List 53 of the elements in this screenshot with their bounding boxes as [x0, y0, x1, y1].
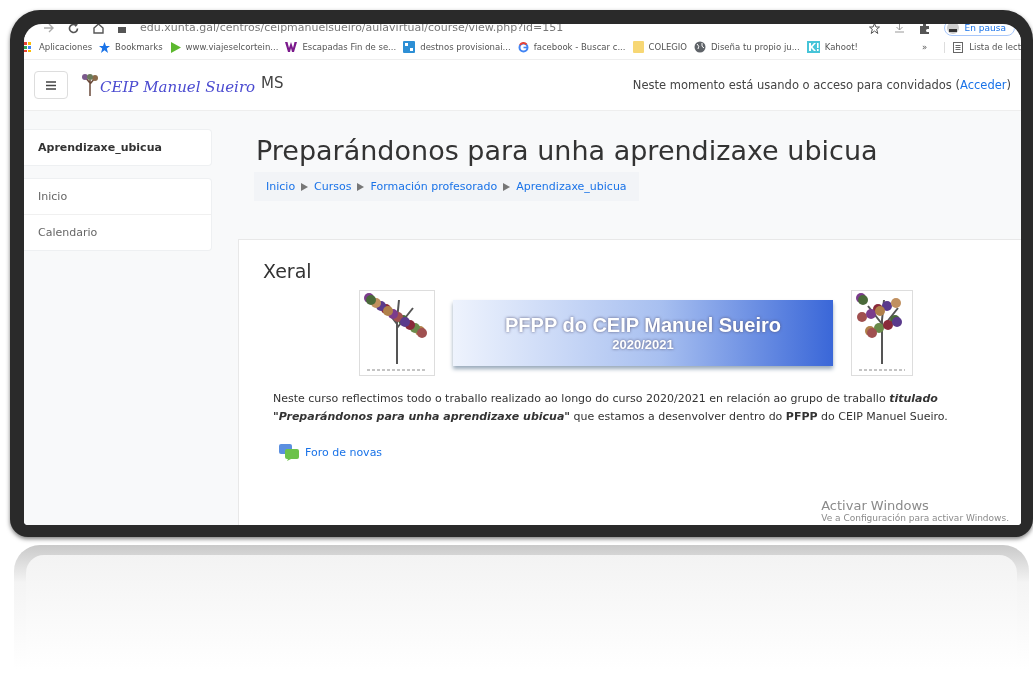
breadcrumb-arrow-icon [301, 182, 309, 191]
bookmark-link[interactable]: Escapadas Fin de se... [285, 42, 397, 52]
page-title: Preparándonos para unha aprendizaxe ubicua [256, 135, 879, 166]
bookmark-link[interactable]: Bookmarks [99, 41, 163, 53]
banner-year: 2020/2021 [612, 337, 674, 352]
tile-icon [403, 41, 416, 53]
bookmark-star-icon[interactable] [868, 24, 880, 34]
bookmark-link[interactable]: Aplicaciones [24, 42, 93, 52]
breadcrumb-arrow-icon [503, 182, 511, 191]
breadcrumb-link[interactable]: Aprendizaxe_ubicua [516, 180, 627, 193]
sidebar-item[interactable]: Inicio [24, 179, 211, 214]
bookmark-link[interactable]: facebook - Buscar c... [517, 41, 626, 53]
more-bookmarks-button[interactable]: » [922, 42, 928, 52]
bookmark-link[interactable]: Kahoot! [806, 41, 858, 53]
w-letter-icon [285, 42, 298, 52]
bookmark-link[interactable]: destnos provisionai... [403, 41, 511, 53]
course-name[interactable]: Aprendizaxe_ubicua [24, 130, 211, 165]
menu-button[interactable] [34, 71, 68, 99]
site-initials: MS [261, 74, 284, 92]
folder-icon [632, 41, 644, 53]
globe-icon [694, 41, 707, 53]
breadcrumb-arrow-icon [357, 182, 365, 191]
k-letter-icon [806, 41, 820, 53]
breadcrumb-link[interactable]: Inicio [266, 180, 296, 193]
activation-title: Activar Windows [821, 498, 930, 513]
sidebar-item[interactable]: Calendario [24, 214, 211, 250]
breadcrumb-link[interactable]: Cursos [314, 180, 352, 193]
lock-icon [118, 24, 126, 33]
g-letter-icon [517, 41, 529, 53]
banner-title: PFPP do CEIP Manuel Sueiro [505, 314, 781, 337]
play-icon [169, 41, 181, 53]
list-icon [953, 41, 964, 53]
chat-bubbles-icon [279, 444, 299, 461]
menu-icon [46, 80, 56, 90]
reading-list-button[interactable]: Lista de lect [944, 41, 1021, 53]
home-icon[interactable] [93, 24, 104, 34]
star-icon [99, 41, 111, 53]
activity-link[interactable]: Foro de novas [279, 444, 383, 461]
login-link[interactable]: Acceder [960, 78, 1007, 92]
apps-grid-icon [24, 42, 34, 52]
avatar-icon [946, 24, 959, 34]
tree-logo-icon [82, 74, 98, 96]
bookmark-link[interactable]: Diseña tu propio ju... [694, 41, 800, 53]
bookmark-link[interactable]: www.viajeselcortein... [169, 41, 279, 53]
guest-access-notice: Neste momento está usando o acceso para convidados (Acceder) [632, 78, 1011, 92]
reload-icon[interactable] [68, 24, 79, 34]
section-title: Xeral [263, 260, 313, 282]
site-name[interactable]: CEIP Manuel Sueiro [100, 78, 256, 96]
bookmark-link[interactable]: COLEGIO [632, 41, 688, 53]
activation-hint: Ve a Configuración para activar Windows. [821, 513, 1009, 523]
puzzle-icon[interactable] [918, 24, 930, 34]
breadcrumb-link[interactable]: Formación profesorado [370, 180, 498, 193]
course-summary: Neste curso reflectimos todo o traballo realizado ao longo do curso 2020/2021 en relación ao grupo de traballo titulado "Preparándonos para unha aprendizaxe ubicua" que estamos a desenvolver dentro do PFPP do CEIP Manuel Sueiro. [273, 391, 949, 425]
